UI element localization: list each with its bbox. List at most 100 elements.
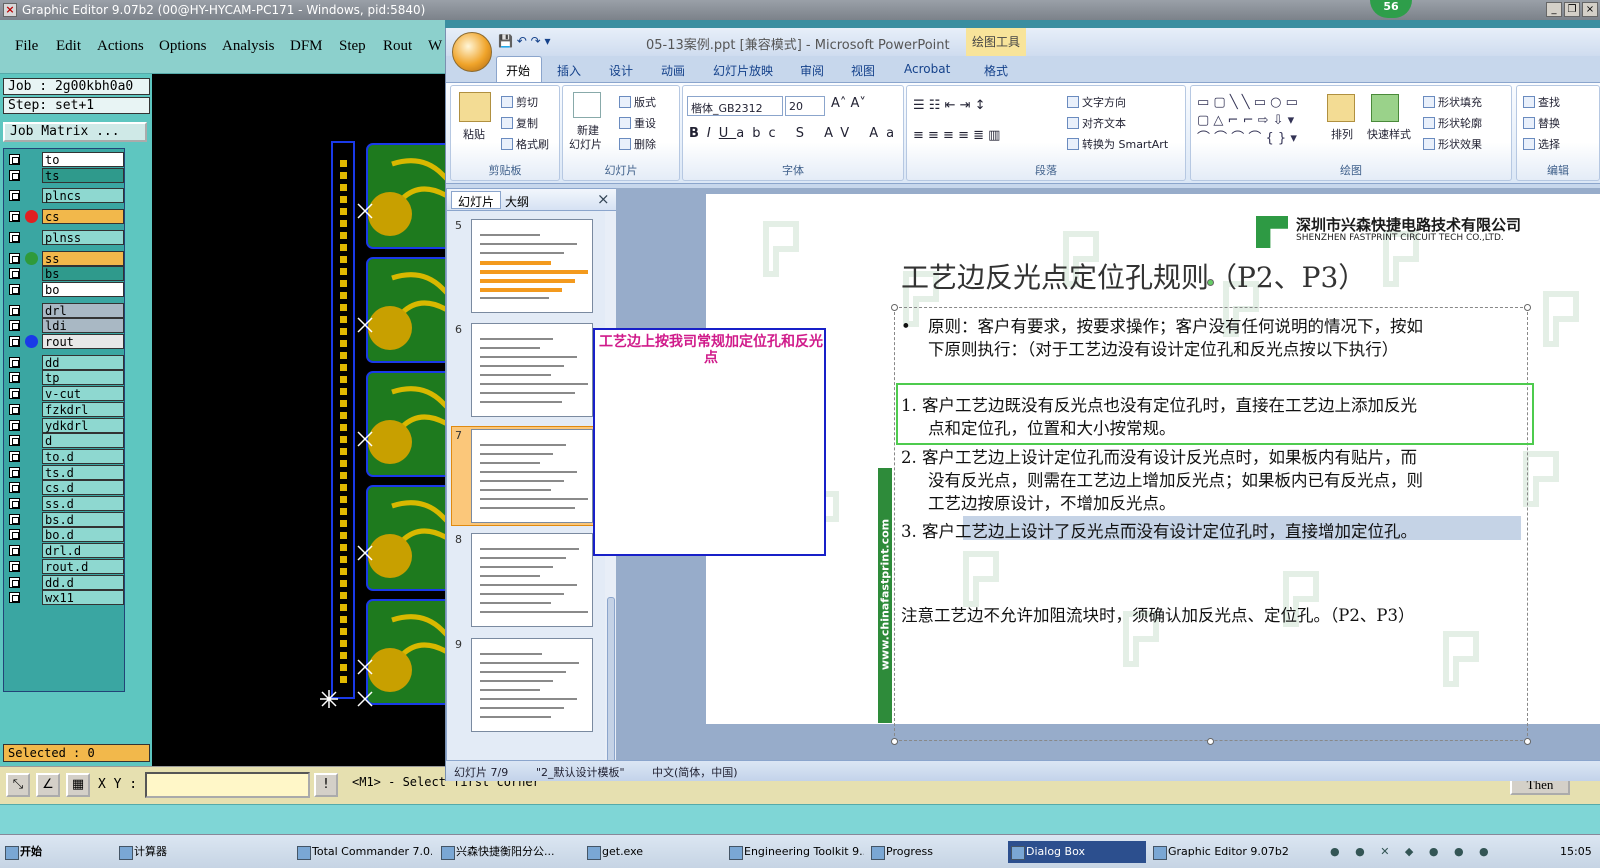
slide-thumbnail[interactable]	[471, 219, 593, 313]
format-painter-button[interactable]: 格式刷	[501, 136, 549, 152]
layer-row[interactable]: rout	[6, 334, 124, 349]
layer-name[interactable]: to.d	[42, 448, 124, 464]
tray-icons[interactable]: ● ● ✕ ◆ ● ● ●	[1330, 845, 1495, 858]
layer-checkbox[interactable]	[9, 283, 20, 295]
reset-button[interactable]: 重设	[619, 115, 656, 131]
layer-row[interactable]: dd.d	[6, 574, 124, 590]
copy-button[interactable]: 复制	[501, 115, 538, 131]
cut-button[interactable]: 剪切	[501, 94, 538, 110]
layer-name[interactable]: to	[42, 152, 124, 167]
layer-name[interactable]: tp	[42, 370, 124, 386]
menu-step[interactable]: Step	[339, 38, 366, 55]
quick-access-toolbar[interactable]: 💾 ↶ ↷ ▾	[498, 34, 551, 48]
close-pane-icon[interactable]: ×	[597, 190, 610, 208]
select-button[interactable]: 选择	[1523, 136, 1560, 152]
layer-checkbox[interactable]	[9, 231, 20, 243]
layer-row[interactable]: ts.d	[6, 464, 124, 480]
task-engineering-toolkit[interactable]: Engineering Toolkit 9....	[726, 841, 864, 863]
close-icon[interactable]: ×	[1582, 2, 1598, 17]
layer-checkbox[interactable]	[9, 320, 20, 332]
quick-styles-button[interactable]: 快速样式	[1367, 126, 1411, 142]
layer-checkbox[interactable]	[9, 498, 20, 509]
layer-name[interactable]: bo.d	[42, 527, 124, 543]
layer-row[interactable]: dd	[6, 354, 124, 370]
layer-row[interactable]: to	[6, 152, 124, 167]
layer-row[interactable]: drl	[6, 302, 124, 318]
layer-row[interactable]: plnss	[6, 229, 124, 245]
task-dialog-box[interactable]: Dialog Box	[1008, 841, 1146, 863]
new-slide-button-line2[interactable]: 幻灯片	[569, 136, 602, 152]
list-icons[interactable]: ☰ ☷ ⇤ ⇥ ↕	[913, 98, 986, 113]
layer-checkbox[interactable]	[9, 435, 20, 447]
layer-checkbox[interactable]	[9, 403, 20, 415]
menu-file[interactable]: File	[15, 38, 38, 55]
layer-checkbox[interactable]	[9, 388, 20, 400]
shapes-gallery[interactable]: ▭ ▢ ╲ ╲ ▭ ○ ▭ ▢ △ ⌐ ⌐ ⇨ ⇩ ▾ ⌒ ⌒ ⌒ ⌒ { } ▾	[1197, 94, 1317, 150]
shape-fill-button[interactable]: 形状填充	[1423, 94, 1482, 110]
arrange-button[interactable]: 排列	[1331, 126, 1353, 142]
layer-checkbox[interactable]	[9, 169, 20, 181]
slide-thumbnail[interactable]	[471, 323, 593, 417]
tab-acrobat[interactable]: Acrobat	[904, 62, 950, 76]
slide-thumbnail[interactable]	[471, 533, 593, 627]
paste-button[interactable]: 粘贴	[463, 126, 485, 142]
layer-name[interactable]: ts.d	[42, 464, 124, 480]
arrange-icon[interactable]	[1327, 94, 1355, 122]
zoom-fit-icon[interactable]: ⤡	[6, 773, 30, 797]
theme-name[interactable]: "2_默认设计模板"	[536, 764, 625, 780]
layer-name[interactable]: rout.d	[42, 558, 124, 574]
delete-slide-button[interactable]: 删除	[619, 136, 656, 152]
cad-canvas[interactable]	[152, 74, 445, 766]
layer-checkbox[interactable]	[9, 372, 20, 384]
layer-checkbox[interactable]	[9, 154, 20, 165]
layer-checkbox[interactable]	[9, 190, 20, 202]
layer-name[interactable]: plnss	[42, 229, 124, 245]
tab-insert[interactable]: 插入	[557, 62, 581, 79]
layer-row[interactable]: bo	[6, 281, 124, 297]
language[interactable]: 中文(简体，中国)	[652, 764, 738, 780]
layer-name[interactable]: v-cut	[42, 386, 124, 402]
quick-styles-icon[interactable]	[1371, 94, 1399, 122]
layer-row[interactable]: bo.d	[6, 527, 124, 543]
task-total-commander[interactable]: Total Commander 7.0...	[294, 841, 432, 863]
layer-name[interactable]: ts	[42, 167, 124, 183]
layer-row[interactable]: cs	[6, 209, 124, 225]
align-text-button[interactable]: 对齐文本	[1067, 115, 1126, 131]
layer-row[interactable]: fzkdrl	[6, 401, 124, 417]
layer-name[interactable]: rout	[42, 334, 124, 349]
menu-analysis[interactable]: Analysis	[222, 38, 275, 55]
layer-name[interactable]: ydkdrl	[42, 417, 124, 433]
grow-font-icon[interactable]: A˄ A˅	[831, 96, 866, 111]
info-icon[interactable]: !	[314, 773, 338, 797]
resize-handle[interactable]	[891, 738, 898, 745]
layer-name[interactable]: d	[42, 433, 124, 449]
layer-row[interactable]: ts	[6, 167, 124, 183]
layer-row[interactable]: plncs	[6, 188, 124, 204]
tab-outline[interactable]: 大纲	[505, 193, 529, 210]
minimize-icon[interactable]: _	[1546, 2, 1562, 17]
task-calculator[interactable]: 计算器	[116, 841, 256, 863]
slide-title[interactable]: 工艺边反光点定位孔规则（P2、P3）	[901, 256, 1366, 296]
resize-handle[interactable]	[1207, 738, 1214, 745]
layer-name[interactable]: dd.d	[42, 574, 124, 590]
grid-icon[interactable]: ▦	[66, 773, 90, 797]
task-fastprint[interactable]: 兴森快捷衡阳分公...	[438, 841, 578, 863]
layer-row[interactable]: v-cut	[6, 386, 124, 402]
layer-row[interactable]: wx11	[6, 590, 124, 606]
new-slide-icon[interactable]	[573, 92, 601, 118]
layer-name[interactable]: ss	[42, 250, 124, 266]
layer-row[interactable]: tp	[6, 370, 124, 386]
start-button[interactable]: 开始	[2, 841, 50, 863]
tab-animation[interactable]: 动画	[661, 62, 685, 79]
layer-checkbox[interactable]	[9, 466, 20, 478]
layer-row[interactable]: drl.d	[6, 543, 124, 559]
layer-checkbox[interactable]	[9, 268, 20, 280]
layer-row[interactable]: ss.d	[6, 496, 124, 511]
layer-row[interactable]: ss	[6, 250, 124, 266]
layer-name[interactable]: fzkdrl	[42, 401, 124, 417]
layer-name[interactable]: bs	[42, 266, 124, 282]
layer-row[interactable]: ldi	[6, 318, 124, 334]
layer-checkbox[interactable]	[9, 336, 20, 347]
layer-checkbox[interactable]	[9, 545, 20, 557]
task-graphic-editor[interactable]: Graphic Editor 9.07b2...	[1150, 841, 1290, 863]
